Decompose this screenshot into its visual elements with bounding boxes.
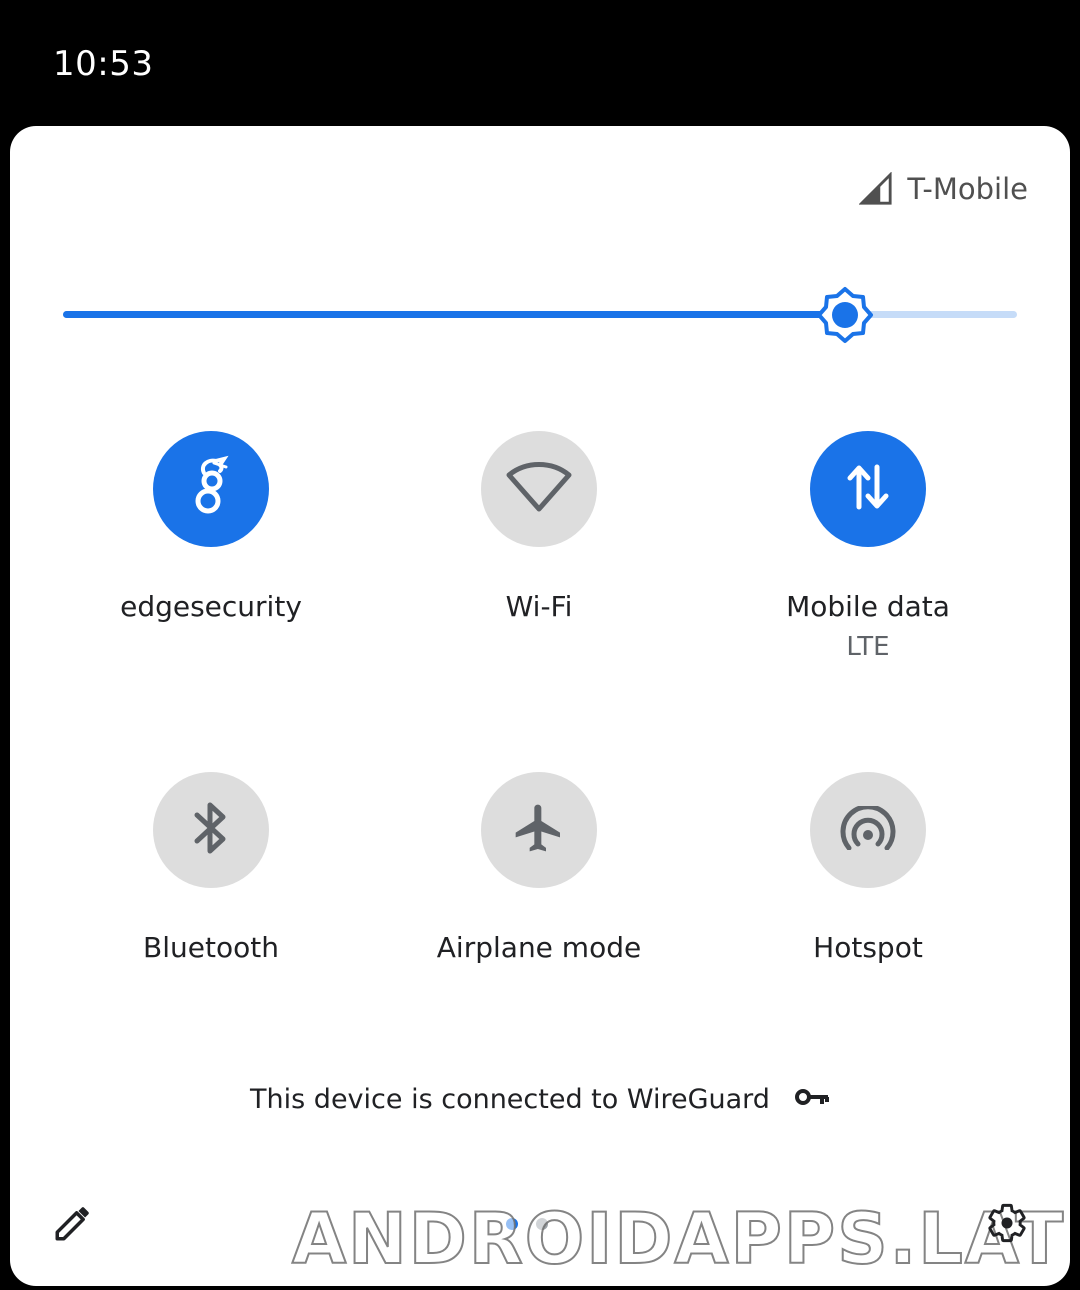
tile-wifi-label: Wi-Fi (505, 590, 573, 623)
page-dot-active (506, 1218, 518, 1230)
tile-hotspot-button[interactable] (810, 772, 926, 888)
tile-hotspot[interactable]: Hotspot (718, 772, 1018, 966)
tile-hotspot-label: Hotspot (813, 931, 923, 964)
airplane-icon (511, 799, 567, 861)
page-indicator (506, 1218, 548, 1230)
quick-settings-panel: T-Mobile edgesecurity Wi-Fi Mobile data … (10, 126, 1070, 1286)
status-bar: 10:53 (0, 0, 1080, 126)
tile-bluetooth[interactable]: Bluetooth (61, 772, 361, 966)
edit-button[interactable] (48, 1200, 98, 1250)
tile-wireguard[interactable]: edgesecurity (61, 431, 361, 625)
vpn-key-icon (794, 1084, 830, 1115)
tile-wireguard-label: edgesecurity (120, 590, 302, 623)
wireguard-icon (186, 455, 236, 523)
vpn-notice-text: This device is connected to WireGuard (250, 1084, 770, 1115)
tile-mobile-data-label: Mobile data (786, 590, 950, 623)
tile-airplane-button[interactable] (481, 772, 597, 888)
brightness-slider[interactable] (63, 287, 1017, 343)
pencil-icon (52, 1202, 94, 1248)
carrier-info: T-Mobile (859, 172, 1028, 206)
tile-wifi-button[interactable] (481, 431, 597, 547)
watermark: ANDROIDAPPS.LAT (291, 1197, 1066, 1281)
vpn-notice[interactable]: This device is connected to WireGuard (10, 1084, 1070, 1115)
tile-airplane-label: Airplane mode (436, 931, 642, 964)
tile-mobile-data-sublabel: LTE (846, 632, 890, 662)
carrier-name: T-Mobile (907, 172, 1028, 206)
clock: 10:53 (53, 44, 154, 84)
signal-icon (859, 172, 893, 206)
brightness-fill (63, 311, 846, 318)
mobile-data-icon (846, 463, 890, 515)
settings-button[interactable] (980, 1198, 1034, 1252)
tile-mobile-data-button[interactable] (810, 431, 926, 547)
gear-icon (985, 1201, 1029, 1249)
brightness-icon[interactable] (816, 286, 874, 344)
tile-wifi[interactable]: Wi-Fi (389, 431, 689, 625)
tile-airplane[interactable]: Airplane mode (389, 772, 689, 966)
tile-bluetooth-label: Bluetooth (143, 931, 279, 964)
hotspot-icon (839, 804, 897, 854)
bluetooth-icon (191, 799, 231, 861)
page-dot (536, 1218, 548, 1230)
tile-mobile-data[interactable]: Mobile data LTE (718, 431, 1018, 663)
tile-bluetooth-button[interactable] (153, 772, 269, 888)
tile-wireguard-button[interactable] (153, 431, 269, 547)
wifi-icon (506, 461, 572, 517)
